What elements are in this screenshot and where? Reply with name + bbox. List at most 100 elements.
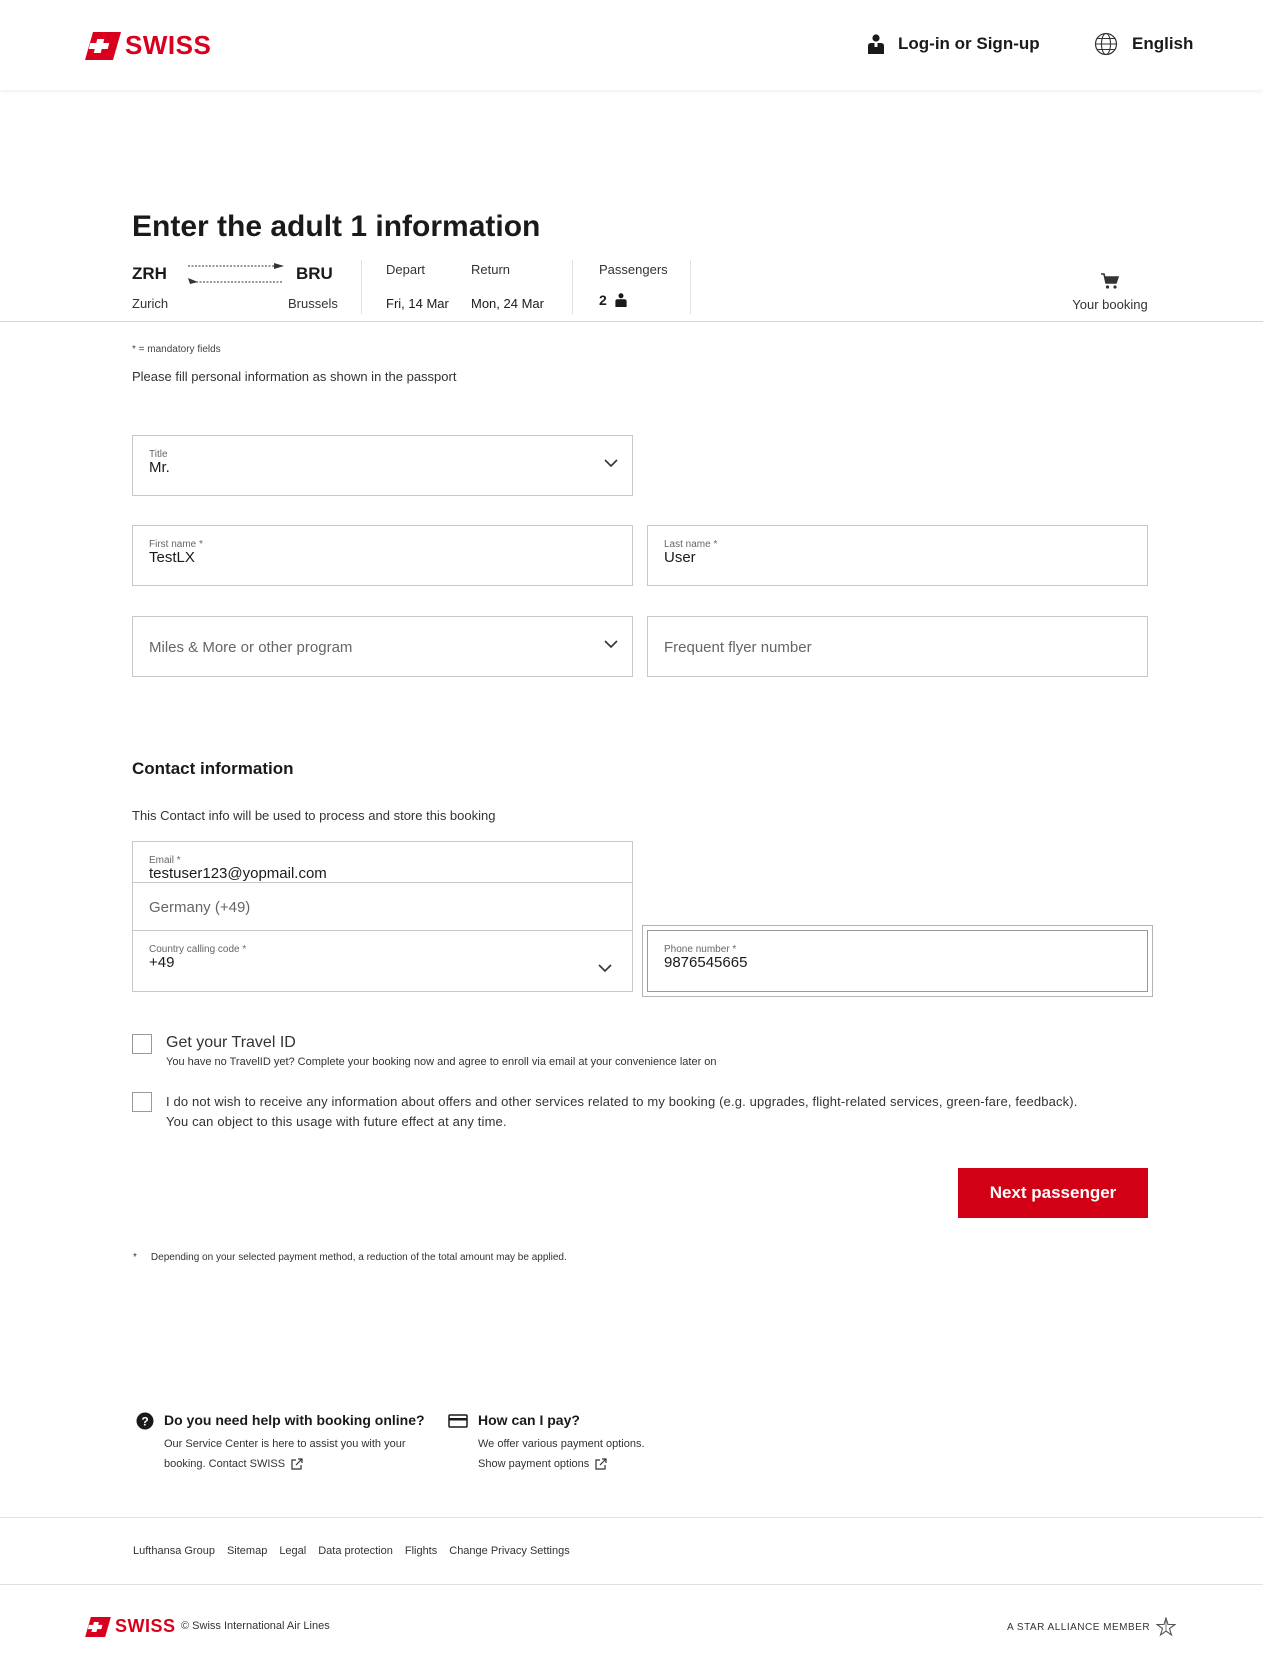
country-suggestion-label: Germany (+49)	[149, 899, 251, 916]
login-label: Log-in or Sign-up	[898, 34, 1040, 53]
user-icon	[868, 34, 884, 54]
marketing-opt-out-checkbox[interactable]	[132, 1092, 152, 1112]
summary-divider-line	[0, 321, 1263, 322]
return-label: Return	[471, 262, 511, 277]
brand-name: SWISS	[115, 1616, 176, 1636]
country-code-suggestion[interactable]: Germany (+49)	[132, 882, 633, 931]
help-booking-text: Our Service Center is here to assist you…	[164, 1438, 406, 1450]
credit-card-icon	[448, 1414, 468, 1428]
summary-divider	[572, 260, 573, 314]
page-title: Enter the adult 1 information	[132, 210, 541, 243]
first-name-field[interactable]: First name * TestLX	[132, 525, 633, 586]
footer-swiss-logo[interactable]: SWISS	[85, 1616, 176, 1637]
star-alliance-badge: A STAR ALLIANCE MEMBER	[1007, 1617, 1177, 1637]
brand-name: SWISS	[125, 30, 212, 60]
star-alliance-icon	[1156, 1617, 1177, 1637]
travel-id-option: Get your Travel ID You have no TravelID …	[132, 1034, 717, 1068]
title-select[interactable]: Title Mr.	[132, 435, 633, 496]
user-icon	[615, 293, 627, 307]
destination-city: Brussels	[288, 296, 338, 311]
loyalty-program-select[interactable]: Miles & More or other program	[132, 616, 633, 677]
phone-number-field[interactable]: Phone number * 9876545665	[647, 930, 1148, 992]
language-label: English	[1132, 34, 1194, 53]
opt-out-text: I do not wish to receive any information…	[166, 1094, 1078, 1109]
frequent-flyer-number-field[interactable]: Frequent flyer number	[647, 616, 1148, 677]
return-date: Mon, 24 Mar	[471, 296, 544, 311]
title-value: Mr.	[149, 459, 170, 476]
footer-link-flights[interactable]: Flights	[405, 1545, 437, 1557]
depart-date: Fri, 14 Mar	[386, 296, 449, 311]
site-header: SWISS Log-in or Sign-up English	[0, 0, 1263, 90]
phone-number-value: 9876545665	[664, 954, 748, 971]
payment-options-label: Show payment options	[478, 1458, 590, 1470]
contact-section-subtitle: This Contact info will be used to proces…	[132, 808, 496, 823]
travel-id-checkbox[interactable]	[132, 1034, 152, 1054]
help-payment-text: We offer various payment options.	[478, 1438, 645, 1450]
country-calling-code-select[interactable]: Country calling code * +49	[132, 930, 633, 992]
marketing-opt-out-option: I do not wish to receive any information…	[132, 1092, 1078, 1132]
travel-id-title: Get your Travel ID	[166, 1034, 296, 1051]
mandatory-fields-note: * = mandatory fields	[132, 344, 221, 355]
flight-route-icon	[188, 263, 284, 284]
footer-divider	[0, 1517, 1263, 1518]
footnote-marker: *	[133, 1252, 137, 1263]
calling-code-value: +49	[149, 954, 175, 971]
your-booking-button[interactable]: Your booking	[1071, 272, 1149, 312]
help-booking-block: ? Do you need help with booking online? …	[136, 1412, 425, 1474]
passengers-count: 2	[599, 292, 627, 308]
summary-divider	[361, 260, 362, 314]
passengers-number: 2	[599, 292, 607, 308]
help-booking-title: Do you need help with booking online?	[164, 1412, 425, 1428]
next-passenger-button[interactable]: Next passenger	[958, 1168, 1148, 1218]
external-link-icon	[291, 1458, 303, 1470]
footnote-text: Depending on your selected payment metho…	[150, 1252, 567, 1263]
help-payment-title: How can I pay?	[478, 1412, 580, 1428]
globe-icon	[1094, 32, 1118, 56]
contact-section-title: Contact information	[132, 759, 294, 778]
copyright-text: © Swiss International Air Lines	[181, 1620, 330, 1632]
external-link-icon	[595, 1458, 607, 1470]
summary-divider	[690, 260, 691, 314]
star-alliance-label: A STAR ALLIANCE MEMBER	[1007, 1621, 1151, 1633]
footer-link-legal[interactable]: Legal	[279, 1545, 306, 1557]
footer-link-data-protection[interactable]: Data protection	[318, 1545, 393, 1557]
contact-swiss-label: booking. Contact SWISS	[164, 1458, 286, 1470]
last-name-field[interactable]: Last name * User	[647, 525, 1148, 586]
depart-label: Depart	[386, 262, 426, 277]
swiss-flag-icon	[85, 1616, 111, 1637]
swiss-flag-icon	[85, 31, 121, 60]
origin-city: Zurich	[132, 296, 169, 311]
your-booking-label: Your booking	[1072, 297, 1148, 312]
email-value: testuser123@yopmail.com	[149, 865, 327, 882]
opt-out-subtext: You can object to this usage with future…	[166, 1114, 507, 1129]
footer-link-sitemap[interactable]: Sitemap	[227, 1545, 267, 1557]
login-signup-link[interactable]: Log-in or Sign-up	[868, 34, 1040, 54]
footer-divider	[0, 1584, 1263, 1585]
passport-note: Please fill personal information as show…	[132, 369, 457, 384]
footer-link-lufthansa-group[interactable]: Lufthansa Group	[133, 1545, 215, 1557]
payment-options-link[interactable]: Show payment options	[478, 1454, 607, 1474]
chevron-down-icon	[604, 640, 618, 649]
language-selector[interactable]: English	[1094, 32, 1193, 56]
cart-icon	[1101, 273, 1120, 289]
chevron-down-icon	[604, 459, 618, 468]
contact-swiss-link[interactable]: booking. Contact SWISS	[164, 1454, 303, 1474]
svg-text:?: ?	[141, 1415, 148, 1429]
swiss-logo[interactable]: SWISS	[85, 30, 211, 61]
email-field[interactable]: Email * testuser123@yopmail.com	[132, 841, 633, 883]
passengers-label: Passengers	[599, 262, 668, 277]
origin-code: ZRH	[132, 264, 167, 283]
travel-id-description: You have no TravelID yet? Complete your …	[166, 1056, 717, 1068]
chevron-down-icon	[598, 964, 612, 973]
footer-link-privacy-settings[interactable]: Change Privacy Settings	[449, 1545, 569, 1557]
loyalty-program-placeholder: Miles & More or other program	[149, 639, 353, 656]
booking-summary: ZRH Zurich BRU Brussels Depart Fri, 14 M…	[132, 258, 1152, 320]
destination-code: BRU	[296, 264, 333, 283]
help-payment-block: How can I pay? We offer various payment …	[448, 1412, 645, 1474]
question-circle-icon: ?	[136, 1412, 154, 1430]
last-name-value: User	[664, 549, 696, 566]
first-name-value: TestLX	[149, 549, 195, 566]
footer-links: Lufthansa Group Sitemap Legal Data prote…	[133, 1545, 570, 1557]
frequent-flyer-placeholder: Frequent flyer number	[664, 639, 812, 656]
payment-footnote: * Depending on your selected payment met…	[133, 1252, 567, 1263]
